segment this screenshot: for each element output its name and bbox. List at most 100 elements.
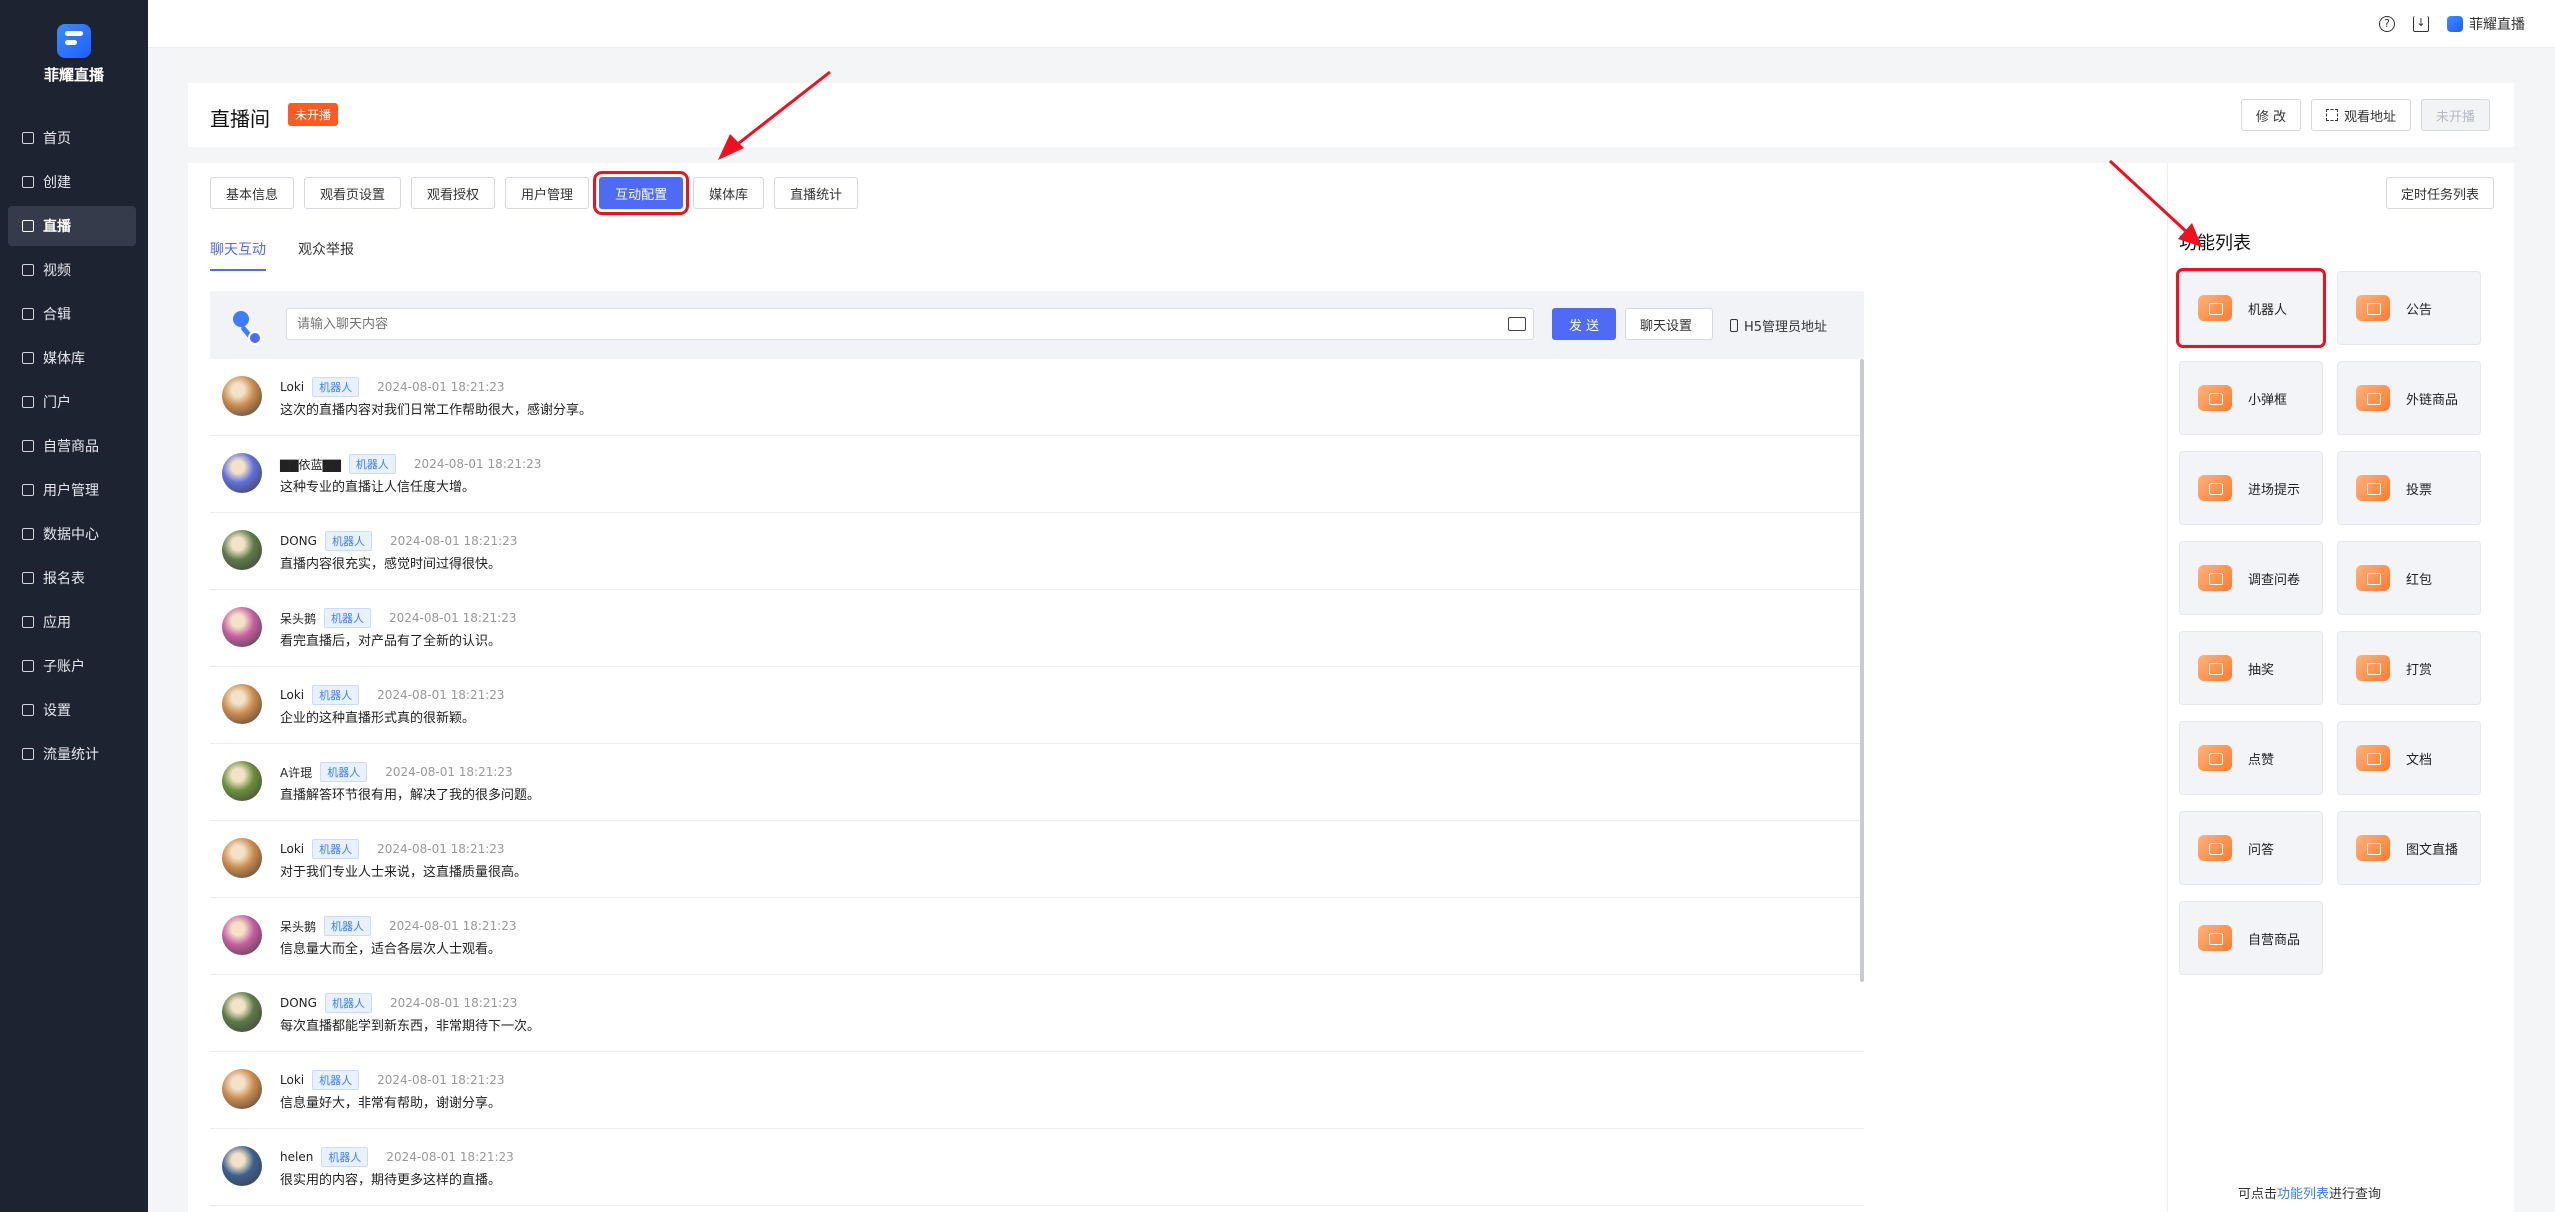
- tab-user-management[interactable]: 用户管理: [505, 177, 590, 209]
- question-circle-icon[interactable]: ?: [2379, 16, 2395, 32]
- function-vote[interactable]: 投票: [2337, 451, 2481, 525]
- sender-name: A许琨: [280, 765, 313, 780]
- function-external-products[interactable]: 外链商品: [2337, 361, 2481, 435]
- chat-input[interactable]: [286, 308, 1534, 340]
- image-icon[interactable]: [1508, 317, 1526, 331]
- sidebar-item-create[interactable]: 创建: [8, 162, 136, 202]
- annotation-arrow: [2108, 159, 2202, 247]
- sidebar-item-users[interactable]: 用户管理: [8, 470, 136, 510]
- start-live-label: 未开播: [2435, 109, 2475, 125]
- function-red-packet[interactable]: 红包: [2337, 541, 2481, 615]
- collection-icon: [22, 308, 34, 320]
- sidebar-item-settings[interactable]: 设置: [8, 690, 136, 730]
- chat-message-list[interactable]: Loki 机器人 2024-08-01 18:21:23 这次的直播内容对我们日常工作…: [210, 359, 1864, 1212]
- article-icon: [2356, 835, 2390, 861]
- topbar: ? ↓ 菲耀直播: [148, 0, 2555, 48]
- sidebar-item-media[interactable]: 媒体库: [8, 338, 136, 378]
- function-entry-notice[interactable]: 进场提示: [2179, 451, 2323, 525]
- form-icon: [22, 572, 34, 584]
- function-lottery[interactable]: 抽奖: [2179, 631, 2323, 705]
- avatar: [222, 915, 262, 955]
- function-list-link[interactable]: 功能列表: [2277, 1187, 2329, 1202]
- function-like[interactable]: 点赞: [2179, 721, 2323, 795]
- account-menu[interactable]: 菲耀直播: [2447, 14, 2525, 34]
- sender-name: Loki: [280, 688, 305, 702]
- shopping-bag-icon: [2198, 925, 2232, 951]
- function-text-live[interactable]: 图文直播: [2337, 811, 2481, 885]
- robot-tag: 机器人: [312, 839, 360, 859]
- function-announcement[interactable]: 公告: [2337, 271, 2481, 345]
- red-packet-icon: [2356, 565, 2390, 591]
- edit-button-label: 修 改: [2255, 109, 2286, 125]
- robot-tag: 机器人: [324, 531, 372, 551]
- sidebar-item-traffic[interactable]: 流量统计: [8, 734, 136, 774]
- list-item: 呆头鹅 机器人 2024-08-01 18:21:23 信息量大而全，适合各层次人士观…: [210, 898, 1864, 975]
- avatar: [222, 376, 262, 416]
- sidebar-item-data[interactable]: 数据中心: [8, 514, 136, 554]
- send-button[interactable]: 发 送: [1552, 308, 1616, 340]
- sender-name: Loki: [280, 1073, 305, 1087]
- bag-icon: [2356, 385, 2390, 411]
- sidebar-item-live[interactable]: 直播: [8, 206, 136, 246]
- function-qa[interactable]: 问答: [2179, 811, 2323, 885]
- tab-audience-report[interactable]: 观众举报: [298, 239, 354, 271]
- sidebar-item-label: 门户: [43, 395, 71, 411]
- function-tip[interactable]: 打赏: [2337, 631, 2481, 705]
- sidebar-item-label: 用户管理: [43, 483, 99, 499]
- sidebar-item-apps[interactable]: 应用: [8, 602, 136, 642]
- message-text: 这次的直播内容对我们日常工作帮助很大，感谢分享。: [280, 403, 593, 418]
- hint-prefix: 可点击: [2238, 1187, 2278, 1202]
- avatar: [222, 1146, 262, 1186]
- function-label: 点赞: [2248, 752, 2275, 768]
- logo[interactable]: 菲耀直播: [0, 24, 148, 85]
- sidebar-item-products[interactable]: 自营商品: [8, 426, 136, 466]
- robot-tag: 机器人: [312, 685, 360, 705]
- robot-tag: 机器人: [312, 377, 360, 397]
- tab-watch-page[interactable]: 观看页设置: [304, 177, 402, 209]
- tab-interaction-config[interactable]: 互动配置: [593, 171, 690, 215]
- sidebar-item-home[interactable]: 首页: [8, 118, 136, 158]
- list-item: helen 机器人 2024-08-01 18:21:23 很实用的内容，期待更多这样…: [210, 1129, 1864, 1206]
- sidebar-item-collection[interactable]: 合辑: [8, 294, 136, 334]
- sidebar-item-portal[interactable]: 门户: [8, 382, 136, 422]
- chat-settings-button[interactable]: 聊天设置: [1625, 308, 1713, 340]
- sidebar-item-video[interactable]: 视频: [8, 250, 136, 290]
- edit-button[interactable]: 修 改: [2240, 99, 2301, 131]
- tab-chat-interaction[interactable]: 聊天互动: [210, 239, 266, 271]
- chat-scrollbar[interactable]: [1860, 359, 1864, 982]
- function-panel: 功能列表 机器人 公告 小弹框 外链商品 进场提示 投票 调查问卷 红包 抽奖 …: [2167, 163, 2514, 1212]
- sender-name: 呆头鹅: [280, 611, 317, 626]
- sidebar-item-label: 视频: [43, 263, 71, 279]
- message-text: 直播解答环节很有用，解决了我的很多问题。: [280, 788, 541, 803]
- start-live-button[interactable]: 未开播: [2420, 99, 2490, 131]
- tab-watch-auth[interactable]: 观看授权: [411, 177, 496, 209]
- list-item: Loki 机器人 2024-08-01 18:21:23 这次的直播内容对我们日常工作…: [210, 359, 1864, 436]
- sidebar-item-label: 创建: [43, 175, 71, 191]
- function-survey[interactable]: 调查问卷: [2179, 541, 2323, 615]
- message-text: 信息量好大，非常有帮助，谢谢分享。: [280, 1096, 502, 1111]
- sender-name: DONG: [280, 996, 317, 1010]
- h5-admin-url-link[interactable]: H5管理员地址: [1730, 316, 1827, 335]
- watch-url-button[interactable]: 观看地址: [2310, 99, 2411, 131]
- message-text: 直播内容很充实，感觉时间过得很快。: [280, 557, 502, 572]
- list-item: DONG 机器人 2024-08-01 18:21:23 每次直播都能学到新东西，非常…: [210, 975, 1864, 1052]
- function-own-products[interactable]: 自营商品: [2179, 901, 2323, 975]
- sidebar-item-forms[interactable]: 报名表: [8, 558, 136, 598]
- tab-basic-info[interactable]: 基本信息: [210, 177, 295, 209]
- status-badge: 未开播: [288, 103, 339, 126]
- tab-media-library[interactable]: 媒体库: [693, 177, 765, 209]
- robot-tag: 机器人: [321, 1147, 369, 1167]
- function-popup[interactable]: 小弹框: [2179, 361, 2323, 435]
- sidebar-item-subaccount[interactable]: 子账户: [8, 646, 136, 686]
- tab-live-stats[interactable]: 直播统计: [774, 177, 859, 209]
- logo-text: 菲耀直播: [43, 66, 104, 84]
- avatar: [222, 453, 262, 493]
- tip-icon: [2356, 655, 2390, 681]
- sender-name: ▇▇依蓝▇▇: [280, 457, 341, 472]
- function-document[interactable]: 文档: [2337, 721, 2481, 795]
- function-label: 自营商品: [2248, 932, 2301, 948]
- function-robot[interactable]: 机器人: [2176, 268, 2326, 348]
- list-item: Loki 机器人 2024-08-01 18:21:23 信息量好大，非常有帮助，谢谢…: [210, 1052, 1864, 1129]
- download-icon[interactable]: ↓: [2413, 16, 2429, 32]
- sidebar-item-label: 报名表: [43, 571, 85, 587]
